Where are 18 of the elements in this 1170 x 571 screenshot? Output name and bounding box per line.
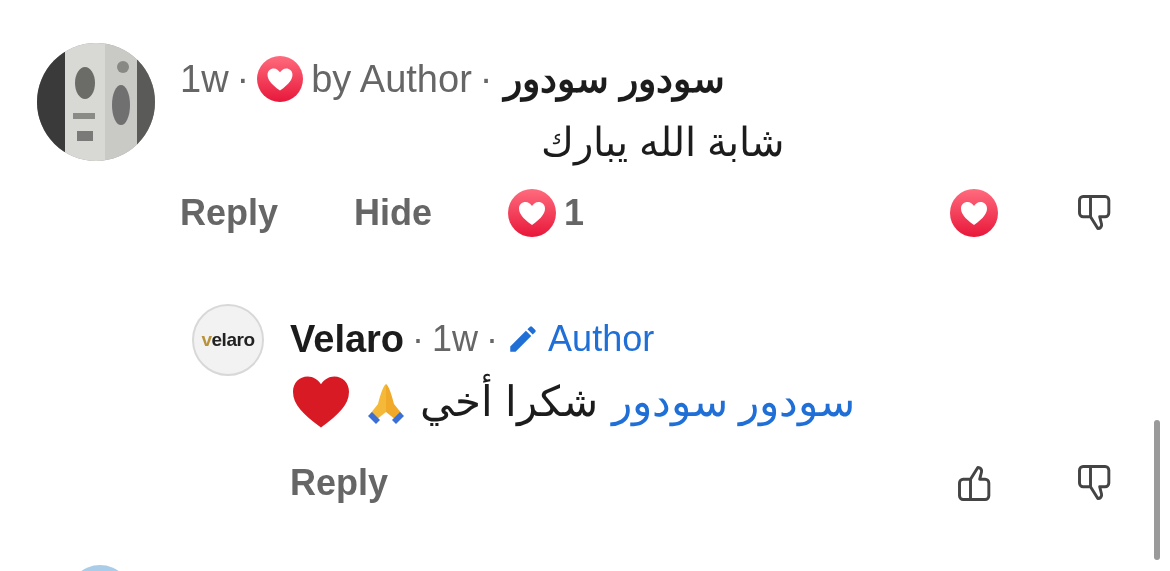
- comment-time: 1w: [432, 318, 479, 360]
- brand-avatar: velaro: [192, 304, 264, 376]
- reply-button[interactable]: Reply: [180, 186, 279, 240]
- author-reaction-label: by Author: [311, 57, 472, 101]
- author-label: Author: [548, 318, 655, 360]
- separator: ·: [236, 57, 250, 101]
- heart-icon: [290, 374, 352, 430]
- commenter-name[interactable]: Velaro: [290, 318, 405, 360]
- mention-link[interactable]: سودور سودور: [611, 377, 856, 427]
- love-button-icon: [950, 189, 998, 237]
- hide-button[interactable]: Hide: [354, 186, 433, 240]
- separator: ·: [486, 318, 499, 360]
- separator: ·: [479, 57, 493, 101]
- separator: ·: [412, 318, 425, 360]
- comment-time: 1w: [180, 57, 229, 101]
- comment-text: شابة الله يبارك: [539, 119, 785, 166]
- reply-button[interactable]: Reply: [290, 456, 389, 510]
- reaction-count: 1: [564, 191, 585, 235]
